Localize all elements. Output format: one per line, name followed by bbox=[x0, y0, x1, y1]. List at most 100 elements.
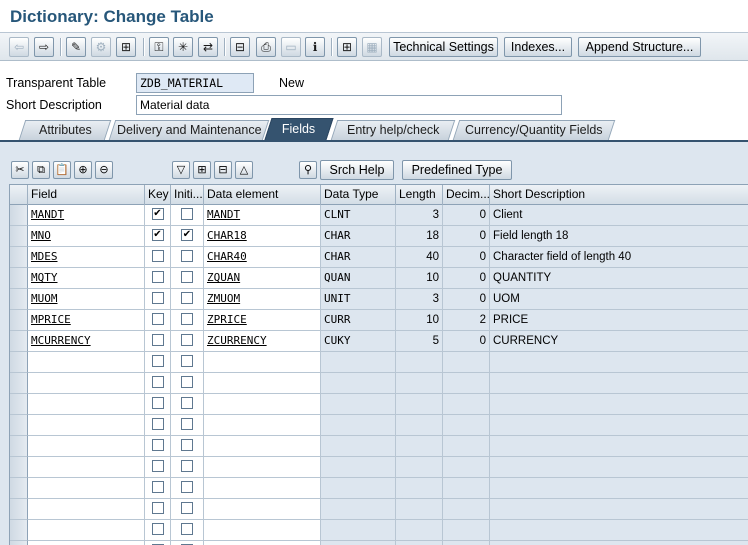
select-all-header[interactable] bbox=[10, 185, 28, 205]
key-checkbox[interactable] bbox=[151, 249, 164, 262]
field-name-cell[interactable] bbox=[28, 520, 145, 541]
navigation-icon[interactable]: ⇄ bbox=[198, 37, 218, 57]
field-name-cell[interactable] bbox=[28, 373, 145, 394]
field-name-cell[interactable]: MUOM bbox=[28, 289, 145, 310]
data-element-cell[interactable]: ZPRICE bbox=[204, 310, 321, 331]
key-checkbox[interactable] bbox=[151, 333, 164, 346]
field-name-cell[interactable] bbox=[28, 541, 145, 545]
append-structure-button[interactable]: Append Structure... bbox=[578, 37, 701, 57]
print-icon[interactable]: ⎙ bbox=[256, 37, 276, 57]
row-selector[interactable] bbox=[10, 478, 28, 499]
cut-icon[interactable]: ✂ bbox=[11, 161, 29, 179]
key-checkbox[interactable] bbox=[151, 501, 164, 514]
initial-values-checkbox[interactable] bbox=[181, 333, 193, 346]
row-selector[interactable] bbox=[10, 310, 28, 331]
key-checkbox[interactable] bbox=[151, 417, 164, 430]
header-key[interactable]: Key bbox=[145, 185, 171, 205]
short-description-input[interactable]: Material data bbox=[136, 95, 562, 115]
key-checkbox[interactable] bbox=[151, 354, 164, 367]
row-selector[interactable] bbox=[10, 415, 28, 436]
data-element-cell[interactable] bbox=[204, 373, 321, 394]
initial-values-checkbox[interactable] bbox=[181, 312, 193, 325]
initial-values-checkbox[interactable] bbox=[181, 438, 193, 451]
indexes-button[interactable]: Indexes... bbox=[504, 37, 572, 57]
row-selector[interactable] bbox=[10, 541, 28, 545]
data-element-cell[interactable] bbox=[204, 352, 321, 373]
key-checkbox[interactable] bbox=[151, 522, 164, 535]
technical-settings-button[interactable]: Technical Settings bbox=[389, 37, 498, 57]
initial-values-checkbox[interactable] bbox=[181, 270, 193, 283]
header-initial[interactable]: Initi... bbox=[171, 185, 204, 205]
delete-field-icon[interactable]: ⊟ bbox=[214, 161, 232, 179]
header-length[interactable]: Length bbox=[396, 185, 443, 205]
row-selector[interactable] bbox=[10, 205, 28, 226]
tab-entry-help-check[interactable]: Entry help/check bbox=[330, 120, 456, 140]
row-selector[interactable] bbox=[10, 373, 28, 394]
initial-values-checkbox[interactable] bbox=[181, 354, 193, 367]
initial-values-checkbox[interactable] bbox=[181, 207, 193, 220]
row-selector[interactable] bbox=[10, 457, 28, 478]
row-selector[interactable] bbox=[10, 499, 28, 520]
data-element-cell[interactable]: ZCURRENCY bbox=[204, 331, 321, 352]
key-checkbox[interactable] bbox=[151, 312, 164, 325]
info-icon[interactable]: ℹ bbox=[305, 37, 325, 57]
field-name-cell[interactable]: MQTY bbox=[28, 268, 145, 289]
paste-icon[interactable]: 📋 bbox=[53, 161, 71, 179]
srch-help-button[interactable]: Srch Help bbox=[320, 160, 394, 180]
key-checkbox[interactable] bbox=[151, 291, 164, 304]
field-name-cell[interactable]: MNO bbox=[28, 226, 145, 247]
field-name-cell[interactable] bbox=[28, 499, 145, 520]
data-element-cell[interactable]: MANDT bbox=[204, 205, 321, 226]
tab-fields[interactable]: Fields bbox=[264, 118, 334, 140]
tree-icon[interactable]: ⊞ bbox=[337, 37, 357, 57]
where-used-icon[interactable]: ✳ bbox=[173, 37, 193, 57]
data-element-cell[interactable] bbox=[204, 436, 321, 457]
row-selector[interactable] bbox=[10, 436, 28, 457]
initial-values-checkbox[interactable] bbox=[181, 459, 193, 472]
field-name-cell[interactable]: MPRICE bbox=[28, 310, 145, 331]
initial-values-checkbox[interactable] bbox=[181, 291, 193, 304]
key-checkbox[interactable] bbox=[151, 459, 164, 472]
field-name-cell[interactable] bbox=[28, 415, 145, 436]
tab-delivery-maintenance[interactable]: Delivery and Maintenance bbox=[108, 120, 270, 140]
data-element-cell[interactable]: CHAR18 bbox=[204, 226, 321, 247]
header-data-element[interactable]: Data element bbox=[204, 185, 321, 205]
initial-values-checkbox[interactable] bbox=[181, 501, 193, 514]
predefined-type-button[interactable]: Predefined Type bbox=[402, 160, 512, 180]
initial-values-checkbox[interactable] bbox=[181, 396, 193, 409]
data-element-cell[interactable] bbox=[204, 394, 321, 415]
copy-icon[interactable]: ⧉ bbox=[32, 161, 50, 179]
insert-field-icon[interactable]: ⊞ bbox=[193, 161, 211, 179]
field-name-cell[interactable]: MANDT bbox=[28, 205, 145, 226]
insert-row-icon[interactable]: ⊕ bbox=[74, 161, 92, 179]
key-checkbox[interactable] bbox=[151, 270, 164, 283]
filter-icon[interactable]: ▽ bbox=[172, 161, 190, 179]
field-name-cell[interactable] bbox=[28, 394, 145, 415]
initial-values-checkbox[interactable] bbox=[181, 522, 193, 535]
data-element-cell[interactable] bbox=[204, 499, 321, 520]
key-checkbox[interactable] bbox=[151, 480, 164, 493]
key-checkbox[interactable] bbox=[151, 438, 164, 451]
row-selector[interactable] bbox=[10, 394, 28, 415]
row-selector[interactable] bbox=[10, 247, 28, 268]
field-name-cell[interactable] bbox=[28, 457, 145, 478]
delete-row-icon[interactable]: ⊖ bbox=[95, 161, 113, 179]
data-element-cell[interactable]: ZQUAN bbox=[204, 268, 321, 289]
header-data-type[interactable]: Data Type bbox=[321, 185, 396, 205]
display-change-icon[interactable]: ✎ bbox=[66, 37, 86, 57]
row-selector[interactable] bbox=[10, 289, 28, 310]
tab-currency-quantity-fields[interactable]: Currency/Quantity Fields bbox=[452, 120, 616, 140]
data-element-cell[interactable] bbox=[204, 541, 321, 545]
key-checkbox[interactable] bbox=[151, 375, 164, 388]
sort-up-icon[interactable]: △ bbox=[235, 161, 253, 179]
data-element-cell[interactable]: ZMUOM bbox=[204, 289, 321, 310]
header-decimals[interactable]: Decim... bbox=[443, 185, 490, 205]
forward-arrow-icon[interactable]: ⇨ bbox=[34, 37, 54, 57]
field-name-cell[interactable]: MDES bbox=[28, 247, 145, 268]
data-element-cell[interactable] bbox=[204, 457, 321, 478]
key-checkbox[interactable] bbox=[151, 396, 164, 409]
initial-values-checkbox[interactable] bbox=[181, 480, 193, 493]
row-selector[interactable] bbox=[10, 352, 28, 373]
row-selector[interactable] bbox=[10, 331, 28, 352]
key-checkbox[interactable]: ✔ bbox=[151, 228, 164, 241]
